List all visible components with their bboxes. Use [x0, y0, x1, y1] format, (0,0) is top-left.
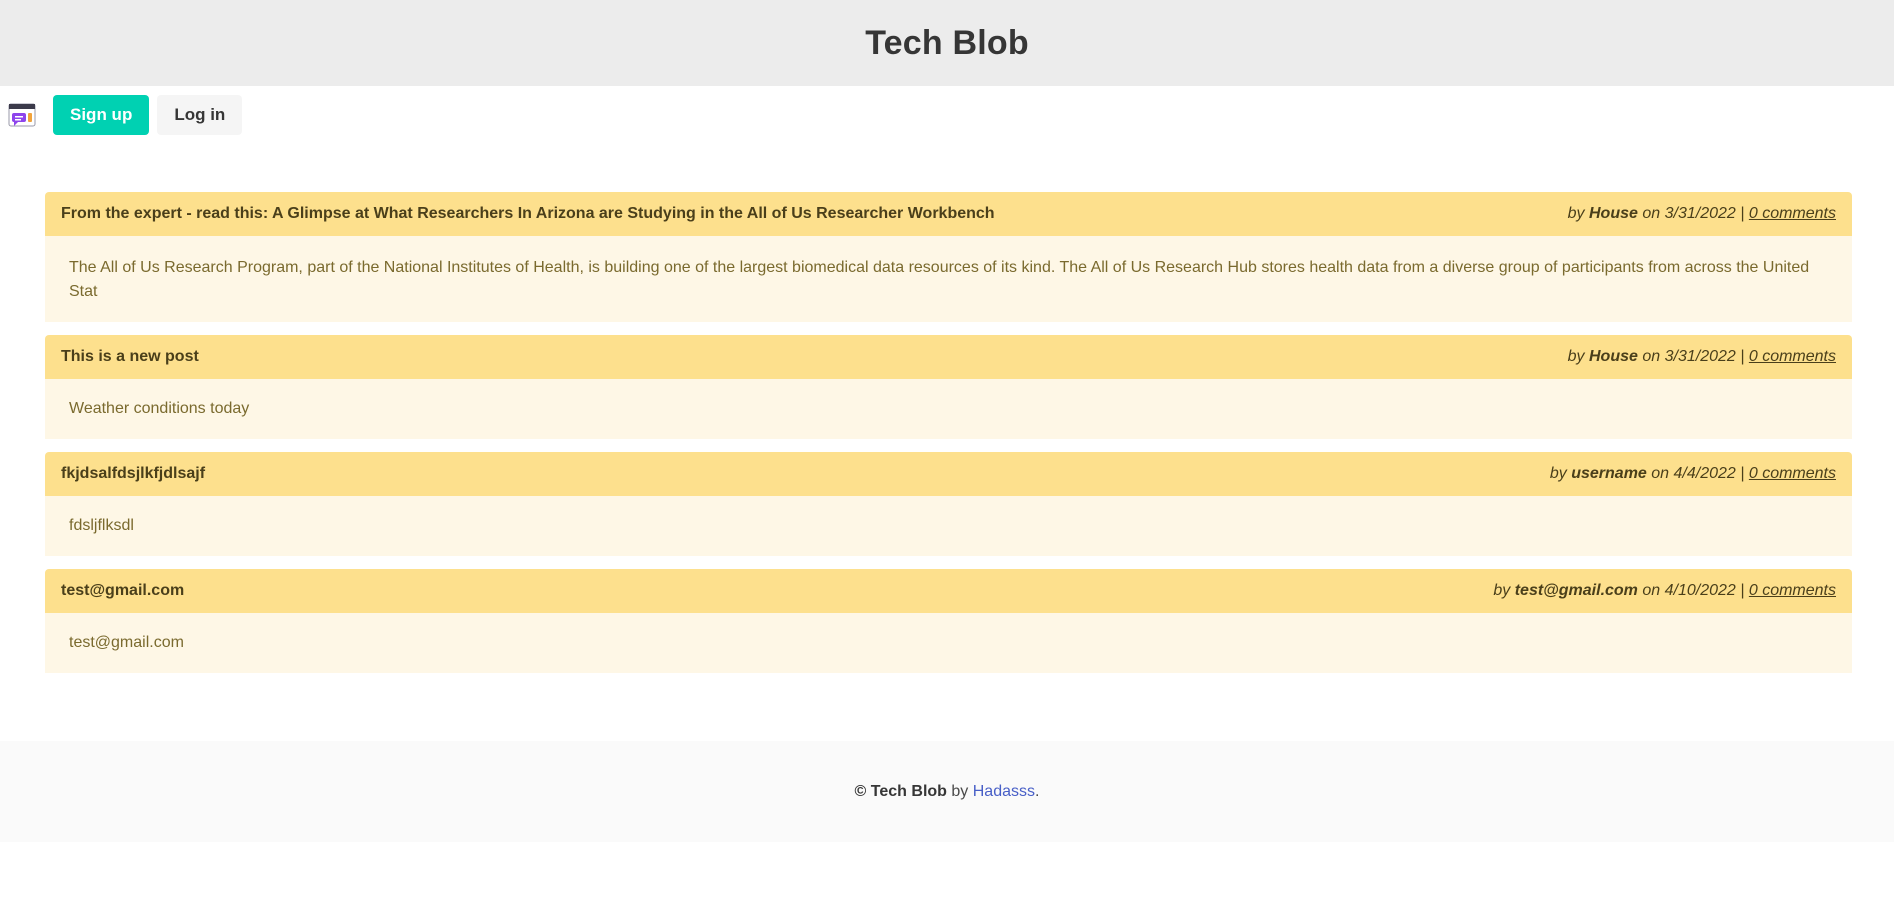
footer-period: .	[1035, 782, 1040, 800]
nav-bar: Sign up Log in	[0, 93, 1894, 137]
post-body: fdsljflksdl	[45, 496, 1852, 556]
post-comments-link[interactable]: 0 comments	[1749, 348, 1836, 365]
post-meta: by House on 3/31/2022 | 0 comments	[1568, 205, 1836, 223]
post-header[interactable]: test@gmail.com by test@gmail.com on 4/10…	[45, 569, 1852, 613]
post-by-label: by	[1567, 348, 1585, 365]
post-on-label: on	[1642, 348, 1661, 365]
post-author: House	[1589, 348, 1638, 365]
signup-button[interactable]: Sign up	[53, 95, 150, 135]
post-title[interactable]: From the expert - read this: A Glimpse a…	[61, 205, 995, 223]
post-card: This is a new post by House on 3/31/2022…	[45, 335, 1852, 439]
post-on-label: on	[1651, 465, 1670, 482]
post-comments-link[interactable]: 0 comments	[1749, 582, 1836, 599]
post-card: From the expert - read this: A Glimpse a…	[45, 192, 1852, 322]
footer-by-label: by	[951, 782, 969, 800]
post-card: fkjdsalfdsjlkfjdlsajf by username on 4/4…	[45, 452, 1852, 556]
post-author: test@gmail.com	[1514, 582, 1638, 599]
post-date: 4/10/2022	[1664, 582, 1736, 599]
post-meta: by test@gmail.com on 4/10/2022 | 0 comme…	[1493, 582, 1836, 600]
post-by-label: by	[1493, 582, 1511, 599]
post-date: 3/31/2022	[1664, 348, 1736, 365]
post-by-label: by	[1567, 205, 1585, 222]
post-on-label: on	[1642, 582, 1661, 599]
post-body: test@gmail.com	[45, 613, 1852, 673]
post-comments-link[interactable]: 0 comments	[1749, 465, 1836, 482]
post-header[interactable]: fkjdsalfdsjlkfjdlsajf by username on 4/4…	[45, 452, 1852, 496]
post-list: From the expert - read this: A Glimpse a…	[45, 192, 1852, 673]
footer-brand: Tech Blob	[870, 782, 947, 800]
site-title: Tech Blob	[865, 23, 1029, 62]
post-body: The All of Us Research Program, part of …	[45, 236, 1852, 322]
post-body: Weather conditions today	[45, 379, 1852, 439]
post-date: 4/4/2022	[1673, 465, 1736, 482]
login-button[interactable]: Log in	[157, 95, 243, 135]
post-on-label: on	[1642, 205, 1661, 222]
post-comments-link[interactable]: 0 comments	[1749, 205, 1836, 222]
post-header[interactable]: This is a new post by House on 3/31/2022…	[45, 335, 1852, 379]
footer-author-link[interactable]: Hadasss	[973, 783, 1035, 800]
chat-window-icon[interactable]	[8, 101, 36, 129]
post-meta-separator: |	[1740, 348, 1745, 365]
post-meta-separator: |	[1740, 205, 1745, 222]
post-date: 3/31/2022	[1664, 205, 1736, 222]
site-header: Tech Blob	[0, 0, 1894, 86]
footer-text: © Tech Blob by Hadasss.	[855, 783, 1040, 801]
post-title[interactable]: test@gmail.com	[61, 582, 184, 600]
post-author: username	[1571, 465, 1647, 482]
post-header[interactable]: From the expert - read this: A Glimpse a…	[45, 192, 1852, 236]
post-card: test@gmail.com by test@gmail.com on 4/10…	[45, 569, 1852, 673]
post-meta: by username on 4/4/2022 | 0 comments	[1550, 465, 1836, 483]
post-meta: by House on 3/31/2022 | 0 comments	[1568, 348, 1836, 366]
post-meta-separator: |	[1740, 582, 1745, 599]
footer-copyright-symbol: ©	[854, 782, 867, 800]
post-by-label: by	[1549, 465, 1567, 482]
site-footer: © Tech Blob by Hadasss.	[0, 741, 1894, 842]
post-author: House	[1589, 205, 1638, 222]
post-title[interactable]: fkjdsalfdsjlkfjdlsajf	[61, 465, 205, 483]
post-meta-separator: |	[1740, 465, 1745, 482]
post-title[interactable]: This is a new post	[61, 348, 199, 366]
